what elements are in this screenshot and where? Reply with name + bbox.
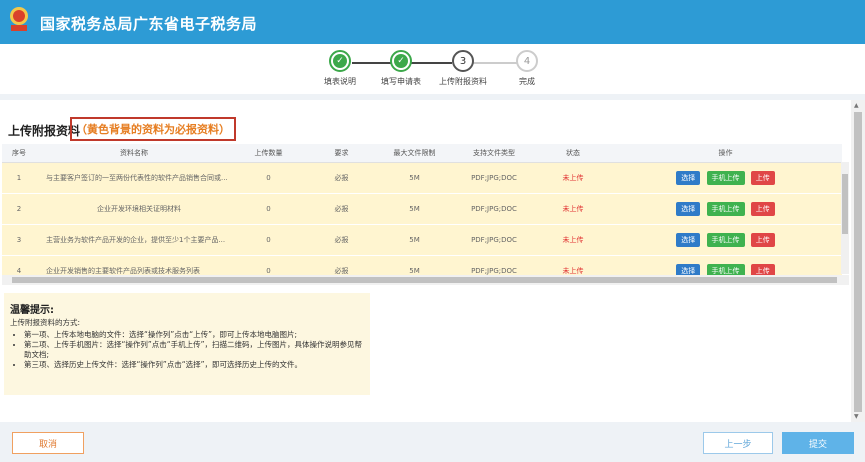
row-number: 2 xyxy=(2,193,36,225)
file-types: PDF;JPG;DOC xyxy=(451,193,537,225)
mobile-upload-button[interactable]: 手机上传 xyxy=(706,201,745,216)
table-header-row: 序号 资料名称 上传数量 要求 最大文件限制 支持文件类型 状态 操作 xyxy=(2,144,842,163)
document-name: 企业开发环境相关证明材料 xyxy=(36,193,232,225)
upload-button[interactable]: 上传 xyxy=(750,232,775,247)
table-horizontal-scrollbar[interactable] xyxy=(2,275,849,285)
scrollbar-thumb[interactable] xyxy=(842,174,848,234)
max-size: 5M xyxy=(378,162,451,194)
scrollbar-thumb[interactable] xyxy=(12,277,837,283)
actions-cell: 选择 手机上传 上传 xyxy=(609,162,842,194)
step-label: 完成 xyxy=(519,77,535,86)
section-note: （黄色背景的资料为必报资料） xyxy=(70,117,236,141)
scrollbar-thumb[interactable] xyxy=(854,112,862,412)
submit-button[interactable]: 提交 xyxy=(782,432,854,454)
tip-item: 第一项、上传本地电脑的文件：选择“操作列”点击“上传”，即可上传本地电脑图片; xyxy=(24,330,364,340)
column-header: 操作 xyxy=(609,144,842,163)
select-button[interactable]: 选择 xyxy=(676,201,701,216)
tips-subtitle: 上传附报资料的方式: xyxy=(10,318,81,327)
table-row: 3 主营业务为软件产品开发的企业，提供至少1个主要产品... 0 必报 5M P… xyxy=(2,224,842,256)
requirement: 必报 xyxy=(305,224,378,256)
upload-count: 0 xyxy=(232,193,305,225)
app-header: 国家税务总局广东省电子税务局 xyxy=(0,0,865,44)
requirement: 必报 xyxy=(305,162,378,194)
step-1: ✓ 填表说明 xyxy=(305,50,375,87)
page-vertical-scrollbar[interactable]: ▲ ▼ xyxy=(851,100,865,422)
cancel-button[interactable]: 取消 xyxy=(12,432,84,454)
step-label: 填表说明 xyxy=(324,77,356,86)
app-title: 国家税务总局广东省电子税务局 xyxy=(40,15,258,33)
previous-step-button[interactable]: 上一步 xyxy=(703,432,773,454)
tips-title: 温馨提示: xyxy=(10,305,54,316)
table-vertical-scrollbar[interactable] xyxy=(841,162,849,274)
step-3: 3 上传附报资料 xyxy=(428,50,498,87)
tips-list: 第一项、上传本地电脑的文件：选择“操作列”点击“上传”，即可上传本地电脑图片; … xyxy=(24,330,364,371)
actions-cell: 选择 手机上传 上传 xyxy=(609,193,842,225)
file-types: PDF;JPG;DOC xyxy=(451,162,537,194)
column-header: 状态 xyxy=(537,144,609,163)
step-4: 4 完成 xyxy=(492,50,562,87)
column-header: 资料名称 xyxy=(36,144,232,163)
attachments-table: 序号 资料名称 上传数量 要求 最大文件限制 支持文件类型 状态 操作 1 与主… xyxy=(2,144,849,278)
table-row: 1 与主要客户签订的一至两份代表性的软件产品销售合同或... 0 必报 5M P… xyxy=(2,162,842,194)
mobile-upload-button[interactable]: 手机上传 xyxy=(706,170,745,185)
upload-count: 0 xyxy=(232,224,305,256)
step-done-icon: ✓ xyxy=(390,50,412,72)
file-types: PDF;JPG;DOC xyxy=(451,224,537,256)
progress-steps: ✓ 填表说明 ✓ 填写申请表 3 上传附报资料 4 完成 xyxy=(0,44,865,94)
column-header: 上传数量 xyxy=(232,144,305,163)
upload-button[interactable]: 上传 xyxy=(750,170,775,185)
tips-box: 温馨提示: 上传附报资料的方式: 第一项、上传本地电脑的文件：选择“操作列”点击… xyxy=(4,293,370,395)
tip-item: 第三项、选择历史上传文件：选择“操作列”点击“选择”，即可选择历史上传的文件。 xyxy=(24,360,364,370)
max-size: 5M xyxy=(378,224,451,256)
step-label: 上传附报资料 xyxy=(439,77,487,86)
tip-item: 第二项、上传手机图片：选择“操作列”点击“手机上传”，扫描二维码，上传图片，具体… xyxy=(24,340,364,360)
select-button[interactable]: 选择 xyxy=(676,170,701,185)
step-label: 填写申请表 xyxy=(381,77,421,86)
upload-status: 未上传 xyxy=(537,193,609,225)
main-panel: 上传附报资料 （黄色背景的资料为必报资料） 序号 资料名称 上传数量 要求 最大… xyxy=(0,100,851,422)
column-header: 支持文件类型 xyxy=(451,144,537,163)
step-number: 3 xyxy=(452,50,474,72)
scroll-up-icon[interactable]: ▲ xyxy=(854,102,859,109)
column-header: 最大文件限制 xyxy=(378,144,451,163)
scroll-down-icon[interactable]: ▼ xyxy=(854,413,859,420)
select-button[interactable]: 选择 xyxy=(676,232,701,247)
document-name: 主营业务为软件产品开发的企业，提供至少1个主要产品... xyxy=(36,224,232,256)
upload-count: 0 xyxy=(232,162,305,194)
requirement: 必报 xyxy=(305,193,378,225)
max-size: 5M xyxy=(378,193,451,225)
mobile-upload-button[interactable]: 手机上传 xyxy=(706,232,745,247)
upload-status: 未上传 xyxy=(537,224,609,256)
step-done-icon: ✓ xyxy=(329,50,351,72)
row-number: 3 xyxy=(2,224,36,256)
upload-button[interactable]: 上传 xyxy=(750,201,775,216)
document-name: 与主要客户签订的一至两份代表性的软件产品销售合同或... xyxy=(36,162,232,194)
tax-emblem-icon xyxy=(10,7,28,31)
step-number: 4 xyxy=(516,50,538,72)
row-number: 1 xyxy=(2,162,36,194)
column-header: 序号 xyxy=(2,144,36,163)
column-header: 要求 xyxy=(305,144,378,163)
actions-cell: 选择 手机上传 上传 xyxy=(609,224,842,256)
footer-bar: 取消 上一步 提交 xyxy=(0,422,865,462)
table-row: 2 企业开发环境相关证明材料 0 必报 5M PDF;JPG;DOC 未上传 选… xyxy=(2,193,842,225)
upload-status: 未上传 xyxy=(537,162,609,194)
step-2: ✓ 填写申请表 xyxy=(366,50,436,87)
